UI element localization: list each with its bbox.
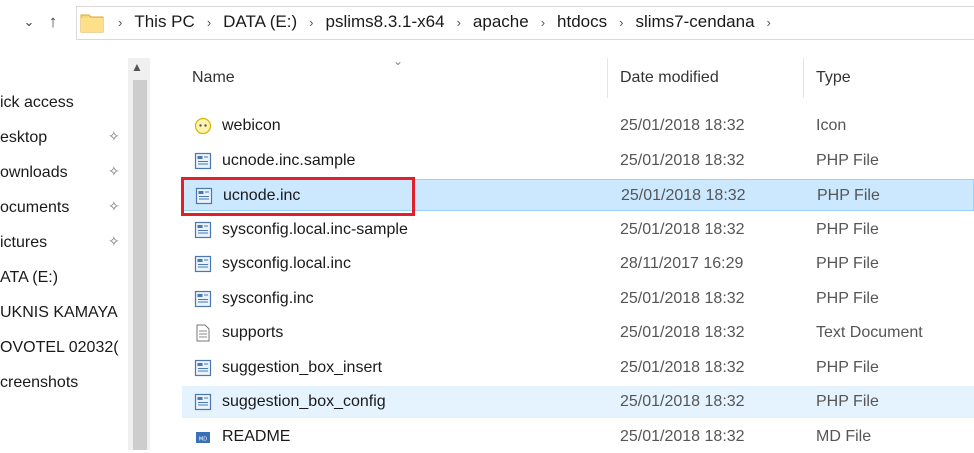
nav-item[interactable]: creenshots: [0, 371, 78, 395]
file-date-modified: 25/01/2018 18:32: [620, 324, 745, 341]
column-divider[interactable]: [803, 58, 804, 98]
folder-icon: [80, 14, 104, 33]
php-file-icon: [194, 290, 212, 308]
nav-item[interactable]: OVOTEL 02032(: [0, 336, 119, 360]
breadcrumb-item[interactable]: apache: [469, 12, 533, 32]
nav-item[interactable]: ick access: [0, 91, 74, 115]
file-type: Text Document: [816, 324, 923, 341]
nav-item[interactable]: UKNIS KAMAYA: [0, 301, 118, 325]
file-date-modified: 25/01/2018 18:32: [620, 151, 745, 169]
nav-item[interactable]: ownloads: [0, 161, 68, 185]
column-divider[interactable]: [607, 58, 608, 98]
php-file-icon: [194, 152, 212, 170]
svg-text:MD: MD: [199, 436, 207, 442]
column-header-name[interactable]: Name: [192, 58, 235, 98]
file-name: README: [222, 427, 291, 445]
file-date-modified: 25/01/2018 18:32: [620, 358, 745, 376]
pin-icon[interactable]: ✧: [108, 198, 120, 215]
file-name: sysconfig.local.inc-sample: [222, 220, 408, 238]
address-bar: ⌄ ↑ › This PC › DATA (E:) › pslims8.3.1-x64 › a…: [0, 0, 974, 44]
pin-icon[interactable]: ✧: [108, 128, 120, 145]
nav-item[interactable]: ATA (E:): [0, 266, 58, 290]
sort-caret-icon: ⌄: [393, 54, 404, 68]
file-row[interactable]: supports 25/01/2018 18:32 Text Document: [182, 317, 974, 349]
breadcrumb-separator-icon[interactable]: ›: [110, 15, 130, 30]
file-row[interactable]: suggestion_box_config 25/01/2018 18:32 PHP…: [182, 386, 974, 418]
nav-item[interactable]: ictures: [0, 231, 47, 255]
file-row[interactable]: suggestion_box_insert 25/01/2018 18:32 PHP…: [182, 352, 974, 384]
file-name: suggestion_box_insert: [222, 358, 383, 376]
up-arrow-icon[interactable]: ↑: [42, 10, 64, 34]
nav-item[interactable]: esktop: [0, 126, 47, 150]
breadcrumb-item[interactable]: This PC: [130, 12, 198, 32]
breadcrumb-item[interactable]: htdocs: [553, 12, 611, 32]
favicon-icon: [194, 117, 212, 135]
breadcrumb-item[interactable]: slims7-cendana: [631, 12, 758, 32]
file-date-modified: 28/11/2017 16:29: [620, 255, 744, 272]
column-header-date[interactable]: Date modified: [620, 58, 719, 98]
breadcrumb-separator-icon[interactable]: ›: [759, 15, 779, 30]
file-row[interactable]: MD README 25/01/2018 18:32 MD File: [182, 421, 974, 453]
file-type: MD File: [816, 427, 872, 445]
file-name: suggestion_box_config: [222, 393, 386, 410]
file-type: PHP File: [816, 151, 879, 169]
file-type: Icon: [816, 117, 847, 134]
breadcrumb: › This PC › DATA (E:) › pslims8.3.1-x64 › apach…: [110, 11, 779, 33]
file-type: PHP File: [817, 187, 880, 204]
breadcrumb-separator-icon[interactable]: ›: [301, 15, 321, 30]
file-row[interactable]: ucnode.inc.sample 25/01/2018 18:32 PHP Fil…: [182, 145, 974, 177]
recent-locations-icon[interactable]: ⌄: [18, 10, 40, 34]
nav-scroll-thumb[interactable]: [133, 80, 147, 450]
text-file-icon: [194, 324, 212, 342]
php-file-icon: [194, 393, 212, 411]
file-name: sysconfig.inc: [222, 289, 314, 307]
file-type: PHP File: [816, 358, 879, 376]
file-date-modified: 25/01/2018 18:32: [620, 117, 745, 134]
file-name: ucnode.inc.sample: [222, 151, 356, 169]
file-date-modified: 25/01/2018 18:32: [621, 187, 746, 204]
file-type: PHP File: [816, 393, 879, 410]
php-file-icon: [194, 221, 212, 239]
file-type: PHP File: [816, 289, 879, 307]
file-type: PHP File: [816, 220, 879, 238]
breadcrumb-item[interactable]: pslims8.3.1-x64: [322, 12, 449, 32]
php-file-icon: [194, 255, 212, 273]
file-row[interactable]: webicon 25/01/2018 18:32 Icon: [182, 110, 974, 142]
breadcrumb-separator-icon[interactable]: ›: [533, 15, 553, 30]
php-file-icon: [194, 359, 212, 377]
nav-item[interactable]: ocuments: [0, 196, 69, 220]
file-row[interactable]: sysconfig.local.inc-sample 25/01/2018 18:…: [182, 214, 974, 246]
breadcrumb-separator-icon[interactable]: ›: [611, 15, 631, 30]
file-date-modified: 25/01/2018 18:32: [620, 220, 745, 238]
file-name: webicon: [222, 117, 281, 134]
file-name: sysconfig.local.inc: [222, 255, 351, 272]
pin-icon[interactable]: ✧: [108, 163, 120, 180]
column-header-type[interactable]: Type: [816, 58, 851, 98]
md-file-icon: MD: [194, 428, 212, 446]
annotation-highlight-box: [181, 177, 415, 216]
file-date-modified: 25/01/2018 18:32: [620, 289, 745, 307]
scroll-up-icon[interactable]: ▲: [131, 60, 143, 74]
breadcrumb-separator-icon[interactable]: ›: [449, 15, 469, 30]
breadcrumb-separator-icon[interactable]: ›: [199, 15, 219, 30]
pin-icon[interactable]: ✧: [108, 233, 120, 250]
file-date-modified: 25/01/2018 18:32: [620, 393, 745, 410]
file-type: PHP File: [816, 255, 879, 272]
file-date-modified: 25/01/2018 18:32: [620, 427, 745, 445]
file-row[interactable]: sysconfig.local.inc 28/11/2017 16:29 PHP F…: [182, 248, 974, 280]
file-row[interactable]: sysconfig.inc 25/01/2018 18:32 PHP File: [182, 283, 974, 315]
breadcrumb-item[interactable]: DATA (E:): [219, 12, 301, 32]
file-name: supports: [222, 324, 284, 341]
